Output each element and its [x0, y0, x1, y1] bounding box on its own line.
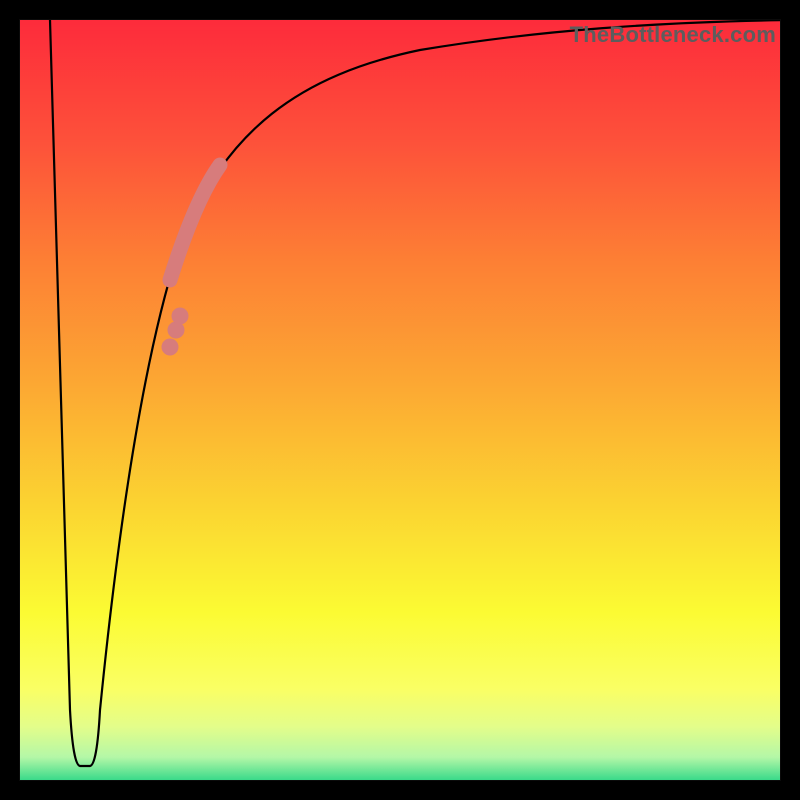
curve-path	[50, 20, 780, 766]
bottleneck-curve	[20, 20, 780, 780]
chart-stage: TheBottleneck.com	[0, 0, 800, 800]
highlight-segment	[162, 165, 220, 355]
plot-area	[20, 20, 780, 780]
watermark: TheBottleneck.com	[570, 22, 776, 48]
